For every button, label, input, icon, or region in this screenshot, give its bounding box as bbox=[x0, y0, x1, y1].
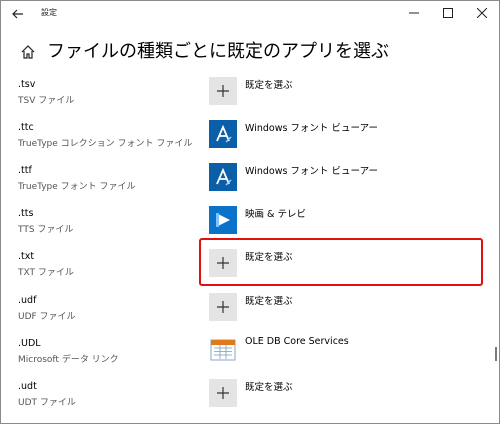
file-description: TrueType フォント ファイル bbox=[18, 182, 136, 192]
file-type-row: .ttc TrueType コレクション フォント ファイル Windows フ… bbox=[1, 120, 487, 166]
app-label: 既定を選ぶ bbox=[245, 382, 293, 393]
window-title: 設定 bbox=[41, 8, 57, 17]
plus-icon bbox=[209, 379, 237, 407]
file-type-row: .udt UDT ファイル 既定を選ぶ bbox=[1, 379, 487, 423]
file-type-row: .tsv TSV ファイル 既定を選ぶ bbox=[1, 77, 487, 123]
app-select-button[interactable]: Windows フォント ビューアー bbox=[209, 120, 429, 152]
font-viewer-icon bbox=[209, 163, 237, 191]
file-extension: .UDL bbox=[18, 338, 41, 349]
file-description: TXT ファイル bbox=[18, 268, 74, 278]
file-description: TTS ファイル bbox=[18, 225, 74, 235]
minimize-button[interactable] bbox=[397, 1, 431, 25]
choose-default-button[interactable]: 既定を選ぶ bbox=[209, 293, 429, 325]
file-extension: .ttf bbox=[18, 165, 32, 176]
app-label: OLE DB Core Services bbox=[245, 336, 349, 347]
close-button[interactable] bbox=[465, 1, 499, 25]
page-title: ファイルの種類ごとに既定のアプリを選ぶ bbox=[47, 41, 389, 62]
choose-default-button[interactable]: 既定を選ぶ bbox=[209, 379, 429, 411]
app-label: 既定を選ぶ bbox=[245, 80, 293, 91]
file-description: TrueType コレクション フォント ファイル bbox=[18, 139, 193, 149]
file-type-row: .udf UDF ファイル 既定を選ぶ bbox=[1, 293, 487, 339]
home-icon bbox=[21, 45, 35, 59]
back-button[interactable] bbox=[7, 4, 29, 24]
title-bar: 設定 bbox=[1, 1, 499, 27]
app-label: 映画 & テレビ bbox=[245, 209, 306, 220]
maximize-button[interactable] bbox=[431, 1, 465, 25]
minimize-icon bbox=[409, 12, 419, 14]
app-select-button[interactable]: Windows フォント ビューアー bbox=[209, 163, 429, 195]
file-description: TSV ファイル bbox=[18, 96, 75, 106]
app-label: 既定を選ぶ bbox=[245, 296, 293, 307]
plus-icon bbox=[209, 77, 237, 105]
vertical-scrollbar[interactable] bbox=[493, 29, 499, 423]
back-arrow-icon bbox=[12, 9, 23, 19]
scroll-thumb[interactable] bbox=[495, 347, 497, 361]
file-extension: .tts bbox=[18, 208, 34, 219]
maximize-icon bbox=[443, 8, 453, 18]
file-description: Microsoft データ リンク bbox=[18, 355, 119, 365]
file-extension: .tsv bbox=[18, 79, 36, 90]
file-description: UDF ファイル bbox=[18, 312, 76, 322]
file-extension: .ttc bbox=[18, 122, 34, 133]
app-select-button[interactable]: 映画 & テレビ bbox=[209, 206, 429, 238]
app-label: Windows フォント ビューアー bbox=[245, 166, 378, 177]
font-viewer-icon bbox=[209, 120, 237, 148]
app-select-button[interactable]: OLE DB Core Services bbox=[209, 336, 429, 368]
settings-window: 設定 ファイルの種類ごとに既定のアプリを選ぶ .tsv TSV ファイル 既定を… bbox=[0, 0, 500, 424]
highlight-box bbox=[199, 238, 483, 286]
home-button[interactable] bbox=[19, 43, 37, 61]
ole-db-icon bbox=[209, 336, 237, 364]
app-label: Windows フォント ビューアー bbox=[245, 123, 378, 134]
file-type-row: .UDL Microsoft データ リンク OLE DB Core Servi… bbox=[1, 336, 487, 382]
plus-icon bbox=[209, 293, 237, 321]
file-extension: .udt bbox=[18, 381, 37, 392]
file-type-row: .ttf TrueType フォント ファイル Windows フォント ビュー… bbox=[1, 163, 487, 209]
file-description: UDT ファイル bbox=[18, 398, 76, 408]
movies-tv-icon bbox=[209, 206, 237, 234]
file-extension: .udf bbox=[18, 295, 37, 306]
file-extension: .txt bbox=[18, 251, 35, 262]
choose-default-button[interactable]: 既定を選ぶ bbox=[209, 77, 429, 109]
close-icon bbox=[477, 8, 487, 18]
